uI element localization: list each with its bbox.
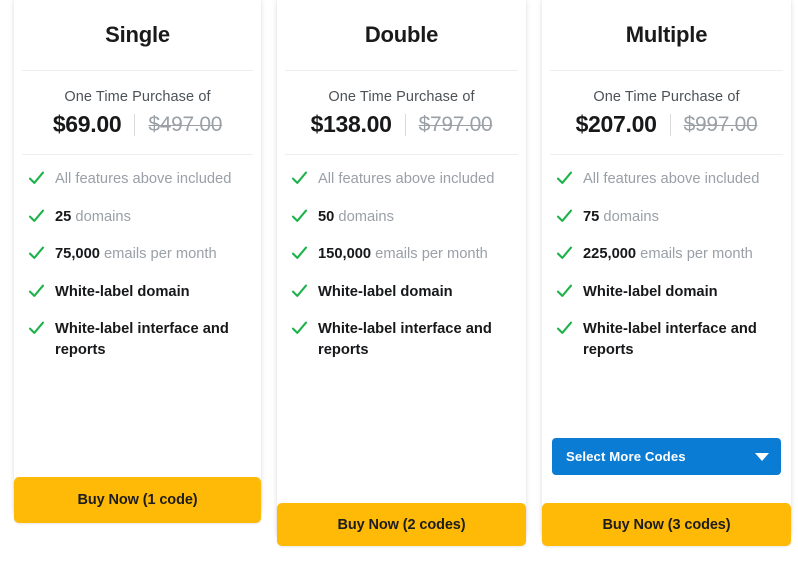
feature-label: 75 domains: [583, 207, 659, 228]
feature-value: 25: [55, 208, 72, 225]
price-separator: [404, 113, 406, 136]
feature-label: All features above included: [583, 171, 760, 187]
feature-list: All features above included 50 domains 150…: [277, 155, 526, 360]
price-separator: [134, 113, 136, 136]
feature-item: 25 domains: [28, 207, 247, 228]
feature-unit: emails per month: [636, 246, 753, 262]
select-more-codes-dropdown[interactable]: Select More Codes: [552, 438, 781, 475]
price-caption: One Time Purchase of: [328, 89, 475, 105]
feature-item: White-label domain: [28, 282, 247, 303]
select-more-codes-wrapper: Select More Codes: [552, 438, 781, 475]
feature-label: 75,000 emails per month: [55, 244, 217, 265]
feature-item: All features above included: [556, 169, 777, 190]
check-icon: [28, 282, 45, 301]
feature-label: White-label domain: [55, 283, 190, 300]
check-icon: [291, 244, 308, 263]
price-separator: [669, 113, 671, 136]
check-icon: [556, 207, 573, 226]
price-original: $997.00: [683, 112, 758, 136]
feature-label: White-label interface and reports: [55, 321, 229, 358]
check-icon: [556, 319, 573, 338]
feature-unit: domains: [334, 208, 394, 225]
feature-item: White-label domain: [291, 282, 512, 303]
check-icon: [28, 207, 45, 226]
feature-label: 225,000 emails per month: [583, 244, 753, 265]
feature-item: All features above included: [28, 169, 247, 190]
check-icon: [291, 169, 308, 188]
price-caption: One Time Purchase of: [593, 89, 740, 105]
feature-label: All features above included: [55, 171, 232, 187]
price-block: One Time Purchase of $138.00 $797.00: [277, 71, 526, 154]
feature-label: White-label interface and reports: [583, 321, 757, 358]
price-row: $69.00 $497.00: [24, 111, 251, 138]
feature-label: 25 domains: [55, 207, 131, 228]
check-icon: [291, 207, 308, 226]
feature-value: 50: [318, 208, 335, 225]
select-more-codes-label: Select More Codes: [566, 449, 686, 464]
check-icon: [28, 319, 45, 338]
feature-item: 50 domains: [291, 207, 512, 228]
feature-unit: domains: [71, 208, 131, 225]
check-icon: [556, 244, 573, 263]
price-current: $207.00: [575, 111, 657, 137]
feature-list: All features above included 25 domains 75,…: [14, 155, 261, 360]
feature-value: 150,000: [318, 246, 372, 262]
price-row: $207.00 $997.00: [552, 111, 781, 138]
check-icon: [291, 319, 308, 338]
plan-header: Multiple: [542, 0, 791, 70]
feature-label: 50 domains: [318, 207, 394, 228]
price-row: $138.00 $797.00: [287, 111, 516, 138]
price-caption: One Time Purchase of: [64, 89, 211, 105]
price-original: $797.00: [418, 112, 493, 136]
plan-card-multiple: Multiple One Time Purchase of $207.00 $997.…: [542, 0, 791, 535]
check-icon: [291, 282, 308, 301]
feature-label: White-label interface and reports: [318, 321, 492, 358]
feature-item: White-label domain: [556, 282, 777, 303]
check-icon: [28, 169, 45, 188]
feature-item: 75,000 emails per month: [28, 244, 247, 265]
plan-title: Multiple: [625, 22, 708, 47]
check-icon: [28, 244, 45, 263]
feature-value: 75,000: [55, 246, 100, 262]
buy-now-button-multiple[interactable]: Buy Now (3 codes): [542, 503, 791, 546]
chevron-down-icon: [755, 452, 769, 461]
feature-label: 150,000 emails per month: [318, 244, 488, 265]
feature-item: White-label interface and reports: [556, 319, 777, 360]
plan-card-single: Single One Time Purchase of $69.00 $497.00 A…: [14, 0, 261, 512]
pricing-table: Single One Time Purchase of $69.00 $497.00 A…: [0, 0, 798, 565]
feature-item: 225,000 emails per month: [556, 244, 777, 265]
plan-header: Single: [14, 0, 261, 70]
buy-now-button-double[interactable]: Buy Now (2 codes): [277, 503, 526, 546]
feature-item: White-label interface and reports: [28, 319, 247, 360]
feature-unit: domains: [599, 208, 659, 225]
plan-title: Single: [105, 22, 170, 47]
feature-label: All features above included: [318, 171, 495, 187]
check-icon: [556, 282, 573, 301]
price-current: $138.00: [310, 111, 392, 137]
feature-item: 150,000 emails per month: [291, 244, 512, 265]
feature-item: White-label interface and reports: [291, 319, 512, 360]
feature-label: White-label domain: [318, 283, 453, 300]
buy-now-button-single[interactable]: Buy Now (1 code): [14, 477, 261, 523]
feature-label: White-label domain: [583, 283, 718, 300]
feature-value: 75: [583, 208, 600, 225]
feature-unit: emails per month: [371, 246, 488, 262]
check-icon: [556, 169, 573, 188]
feature-item: All features above included: [291, 169, 512, 190]
plan-title: Double: [364, 22, 439, 47]
feature-unit: emails per month: [99, 246, 217, 262]
feature-item: 75 domains: [556, 207, 777, 228]
price-current: $69.00: [52, 111, 122, 137]
price-block: One Time Purchase of $207.00 $997.00: [542, 71, 791, 154]
price-original: $497.00: [148, 112, 223, 136]
plan-header: Double: [277, 0, 526, 70]
feature-list: All features above included 75 domains 225…: [542, 155, 791, 360]
feature-value: 225,000: [583, 246, 637, 262]
plan-card-double: Double One Time Purchase of $138.00 $797.00…: [277, 0, 526, 535]
price-block: One Time Purchase of $69.00 $497.00: [14, 71, 261, 154]
